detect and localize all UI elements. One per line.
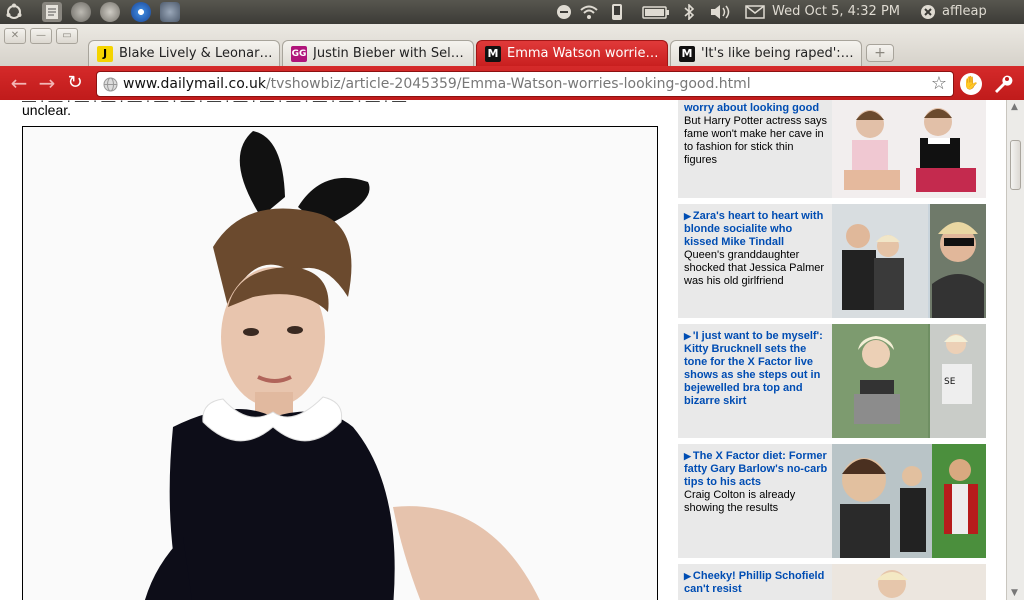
tab-2[interactable]: GG Justin Bieber with Sel… [282, 40, 474, 66]
item-thumbnail[interactable] [832, 444, 986, 558]
globe-icon [103, 77, 118, 92]
tab-favicon-icon: M [679, 46, 695, 62]
bluetooth-icon[interactable] [683, 4, 695, 20]
tab-4[interactable]: M 'It's like being raped':… [670, 40, 862, 66]
tab-favicon-icon: M [485, 46, 501, 62]
scroll-thumb[interactable] [1010, 140, 1021, 190]
extension-stop-icon[interactable]: ✋ [960, 73, 982, 95]
item-description: Craig Colton is already showing the resu… [684, 489, 796, 514]
list-item[interactable]: ▶ The X Factor diet: Former fatty Gary Ba… [678, 444, 986, 558]
article-photo[interactable] [22, 126, 658, 600]
browser-toolbar: ← → ↻ www.dailymail.co.uk/tvshowbiz/arti… [0, 66, 1024, 100]
user-name[interactable]: affleap [942, 4, 987, 20]
scroll-down-icon[interactable]: ▼ [1011, 588, 1018, 598]
text-editor-icon[interactable] [42, 2, 62, 22]
item-description: Queen's granddaughter shocked that Jessi… [684, 249, 825, 287]
item-thumbnail[interactable] [832, 204, 986, 318]
app-icon-1[interactable] [71, 2, 91, 22]
article-text-cutoff: — · — · — · — · — · — · — · — · — · — · … [22, 100, 407, 108]
list-item[interactable]: ▶ Zara's heart to heart with blonde socia… [678, 204, 986, 318]
item-thumbnail[interactable] [832, 564, 986, 600]
item-headline[interactable]: ▶ 'I just want to be myself': Kitty Bruck… [684, 330, 828, 408]
window-close-button[interactable]: ✕ [4, 28, 26, 44]
window-minimize-button[interactable]: — [30, 28, 52, 44]
tab-title: Emma Watson worrie… [507, 46, 659, 61]
phone-icon[interactable] [611, 4, 623, 20]
star-icon[interactable]: ☆ [931, 74, 947, 94]
chromium-icon[interactable] [131, 2, 151, 22]
tab-title: 'It's like being raped':… [701, 46, 853, 61]
battery-icon[interactable] [642, 4, 670, 20]
item-headline[interactable]: ▶ Zara's heart to heart with blonde socia… [684, 210, 828, 249]
wifi-icon[interactable] [580, 4, 598, 20]
mail-icon[interactable] [745, 4, 765, 20]
item-headline[interactable]: worry about looking good [684, 102, 828, 115]
tab-3-active[interactable]: M Emma Watson worrie… [476, 40, 668, 66]
app-icon-2[interactable] [100, 2, 120, 22]
address-bar[interactable]: www.dailymail.co.uk/tvshowbiz/article-20… [96, 71, 954, 97]
scroll-up-icon[interactable]: ▲ [1011, 102, 1018, 112]
article-text-tail: unclear. [22, 102, 72, 118]
window-maximize-button[interactable]: ▭ [56, 28, 78, 44]
system-top-panel: Wed Oct 5, 4:32 PM affleap [0, 0, 1024, 24]
tab-1[interactable]: J Blake Lively & Leonar… [88, 40, 280, 66]
tab-title: Blake Lively & Leonar… [119, 46, 271, 61]
list-item[interactable]: worry about looking good But Harry Potte… [678, 100, 986, 198]
tab-favicon-icon: GG [291, 46, 307, 62]
item-description: But Harry Potter actress says fame won't… [684, 115, 828, 166]
item-headline[interactable]: ▶ Cheeky! Phillip Schofield can't resist [684, 570, 828, 596]
tab-strip: ✕ — ▭ J Blake Lively & Leonar… GG Justin… [0, 24, 1024, 66]
clock-text[interactable]: Wed Oct 5, 4:32 PM [772, 4, 900, 20]
new-tab-button[interactable]: + [866, 44, 894, 62]
web-page: — · — · — · — · — · — · — · — · — · — · … [0, 100, 1006, 600]
power-icon[interactable] [920, 4, 936, 20]
related-articles-sidebar: worry about looking good But Harry Potte… [678, 100, 986, 600]
url-host: www.dailymail.co.uk [123, 76, 266, 92]
list-item[interactable]: ▶ Cheeky! Phillip Schofield can't resist [678, 564, 986, 600]
tab-title: Justin Bieber with Sel… [313, 46, 464, 61]
volume-icon[interactable] [710, 4, 732, 20]
back-arrow-icon[interactable]: ← [8, 72, 30, 94]
item-thumbnail[interactable] [832, 100, 986, 198]
tab-favicon-icon: J [97, 46, 113, 62]
svg-text:SE: SE [944, 377, 956, 387]
browser-window: ✕ — ▭ J Blake Lively & Leonar… GG Justin… [0, 24, 1024, 600]
reload-icon[interactable]: ↻ [64, 72, 86, 94]
page-scrollbar[interactable]: ▲ ▼ [1006, 100, 1024, 600]
item-headline[interactable]: ▶ The X Factor diet: Former fatty Gary Ba… [684, 450, 828, 489]
url-path: /tvshowbiz/article-2045359/Emma-Watson-w… [265, 76, 751, 92]
list-item[interactable]: ▶ 'I just want to be myself': Kitty Bruck… [678, 324, 986, 438]
url-text[interactable]: www.dailymail.co.uk/tvshowbiz/article-20… [123, 76, 751, 93]
forward-arrow-icon[interactable]: → [36, 72, 58, 94]
network-icon[interactable] [556, 4, 572, 20]
gimp-icon[interactable] [160, 2, 180, 22]
wrench-icon[interactable] [990, 72, 1014, 96]
ubuntu-logo-icon[interactable] [4, 2, 24, 22]
item-thumbnail[interactable]: SE [832, 324, 986, 438]
